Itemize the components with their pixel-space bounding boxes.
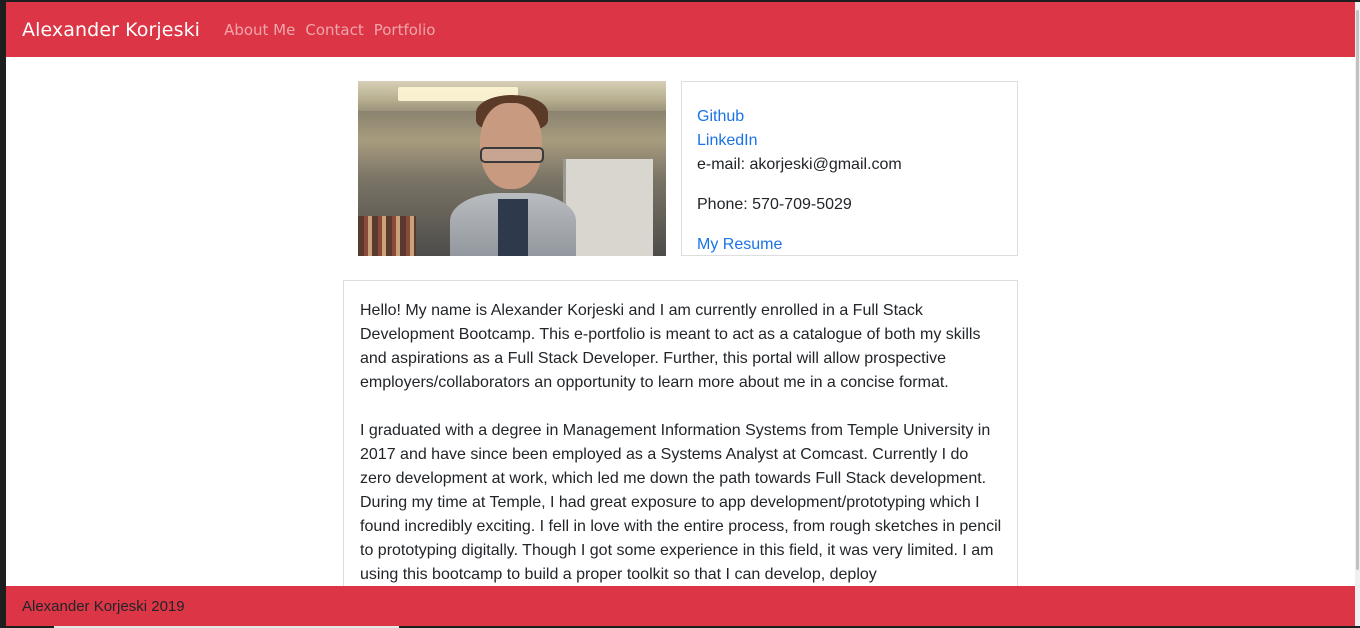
vertical-scrollbar[interactable]: [1355, 2, 1360, 626]
about-paragraph-intro: Hello! My name is Alexander Korjeski and…: [360, 302, 981, 391]
photo-person-shirt: [498, 199, 528, 256]
page-footer: Alexander Korjeski 2019: [6, 586, 1355, 626]
page-viewport: Alexander Korjeski About Me Contact Port…: [6, 2, 1355, 626]
scrollbar-thumb[interactable]: [1356, 10, 1359, 570]
top-navbar: Alexander Korjeski About Me Contact Port…: [6, 2, 1355, 57]
about-me-card: Hello! My name is Alexander Korjeski and…: [343, 280, 1018, 626]
photo-person-glasses: [480, 147, 544, 163]
phone-text: Phone: 570-709-5029: [697, 196, 852, 213]
profile-photo: [358, 81, 666, 256]
photo-door: [563, 159, 653, 256]
photo-poster: [358, 216, 416, 256]
brand-link[interactable]: Alexander Korjeski: [22, 19, 200, 41]
email-text: e-mail: akorjeski@gmail.com: [697, 156, 902, 173]
photo-person-head: [480, 103, 542, 189]
resume-link[interactable]: My Resume: [697, 233, 1002, 257]
linkedin-link[interactable]: LinkedIn: [697, 129, 1002, 153]
contact-card: Github LinkedIn e-mail: akorjeski@gmail.…: [681, 81, 1018, 256]
nav-link-about-me[interactable]: About Me: [224, 21, 295, 39]
nav-link-contact[interactable]: Contact: [305, 21, 363, 39]
github-link[interactable]: Github: [697, 105, 1002, 129]
about-paragraph-education: I graduated with a degree in Management …: [360, 422, 1002, 583]
nav-link-portfolio[interactable]: Portfolio: [374, 21, 436, 39]
footer-text: Alexander Korjeski 2019: [22, 597, 185, 615]
